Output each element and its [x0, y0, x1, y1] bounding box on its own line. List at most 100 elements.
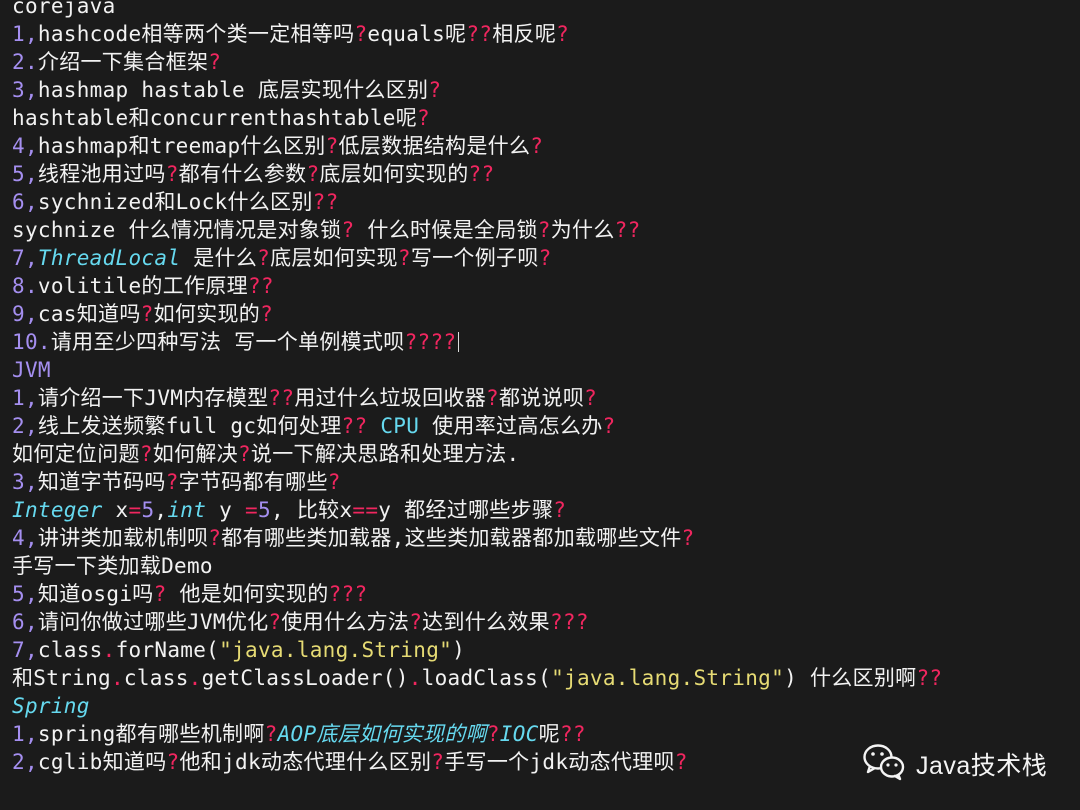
code-token: ?	[208, 526, 222, 550]
code-token: int	[167, 498, 207, 522]
code-token: ?	[260, 302, 274, 326]
code-token: equals呢	[367, 22, 467, 46]
code-token: 请介绍一下JVM内存模型	[37, 386, 269, 410]
code-token: 都说说呗	[498, 386, 585, 410]
code-token: hashtable和concurrenthashtable呢	[12, 106, 418, 130]
code-line: 2,线上发送频繁full gc如何处理?? CPU 使用率过高怎么办?	[12, 412, 1072, 440]
code-token: ?	[257, 246, 271, 270]
code-token: 5,	[12, 582, 38, 606]
code-token: =	[245, 498, 258, 522]
code-token: ,	[154, 498, 168, 522]
code-token: ?	[674, 750, 688, 774]
code-token: 讲讲类加载机制呗	[37, 526, 209, 550]
code-token: ?	[428, 78, 442, 102]
code-token: ?	[306, 162, 320, 186]
code-line: 5,知道osgi吗? 他是如何实现的???	[12, 580, 1072, 608]
code-token: getClassLoader()	[201, 666, 409, 690]
code-line: 5,线程池用过吗?都有什么参数?底层如何实现的??	[12, 160, 1072, 188]
code-token: 低层数据结构是什么	[338, 134, 531, 158]
code-token: 2,	[12, 414, 38, 438]
code-token: Integer	[12, 498, 103, 522]
code-token: IOC	[499, 722, 539, 746]
code-token: ??	[341, 414, 368, 438]
code-token: 他是如何实现的	[166, 582, 329, 606]
code-token: ?	[354, 22, 368, 46]
code-token: 用过什么垃圾回收器	[294, 386, 487, 410]
code-token: 写一个例子呗	[410, 246, 539, 270]
code-token: ??	[466, 22, 493, 46]
code-token: 手写一下类加载Demo	[12, 554, 213, 578]
code-token: 字节码都有哪些	[178, 470, 328, 494]
code-token: y	[206, 498, 246, 522]
code-token: 使用什么方法	[281, 610, 410, 634]
code-line: 如何定位问题?如何解决?说一下解决思路和处理方法.	[12, 440, 1072, 468]
code-token: 线程池用过吗	[37, 162, 166, 186]
code-token: ?	[397, 246, 411, 270]
code-token: 知道字节码吗	[37, 470, 166, 494]
code-token: ??	[247, 274, 274, 298]
code-token: 4,	[12, 526, 38, 550]
code-token: 5	[141, 498, 155, 522]
code-token: ?	[139, 442, 153, 466]
code-line: 10.请用至少四种写法 写一个单例模式呗????	[12, 328, 1072, 356]
code-token: 请用至少四种写法 写一个单例模式呗	[50, 330, 405, 354]
code-token: "java.lang.String"	[551, 666, 785, 690]
code-editor: corejava 1,hashcode相等两个类一定相等吗?equals呢??相反…	[12, 0, 1072, 776]
code-token: 相反呢	[492, 22, 557, 46]
code-token: ?	[165, 162, 179, 186]
code-token: 如何定位问题	[12, 442, 140, 466]
code-token: ThreadLocal	[37, 246, 181, 270]
code-token: 使用率过高怎么办	[419, 414, 603, 438]
code-line: Integer x=5,int y =5, 比较x==y 都经过哪些步骤?	[12, 496, 1072, 524]
code-token: ??	[614, 218, 641, 242]
code-token: ?	[486, 722, 500, 746]
code-token: 呢	[538, 722, 560, 746]
code-token: hashmap和treemap什么区别	[37, 134, 326, 158]
code-line: 4,讲讲类加载机制呗?都有哪些类加载器,这些类加载器都加载哪些文件?	[12, 524, 1072, 552]
code-token: volitile的工作原理	[37, 274, 248, 298]
code-token: 1,	[12, 22, 38, 46]
code-token: 1,	[12, 722, 38, 746]
code-token: 都有什么参数	[178, 162, 307, 186]
code-token: 7,	[12, 246, 38, 270]
code-token: ?	[166, 750, 180, 774]
code-token: ?	[584, 386, 598, 410]
code-token: 7,	[12, 638, 38, 662]
code-token: AOP底层如何实现的啊	[277, 722, 487, 746]
code-token: sychnized和Lock什么区别	[37, 190, 313, 214]
code-token: ==	[352, 498, 379, 522]
code-line: JVM	[12, 356, 1072, 384]
code-token: ????	[404, 330, 457, 354]
watermark: Java技术栈	[862, 744, 1047, 784]
code-token: ?	[237, 442, 251, 466]
code-token: ?	[325, 134, 339, 158]
code-token: 是什么	[180, 246, 258, 270]
code-token: ??	[312, 190, 339, 214]
code-token: 5	[258, 498, 271, 522]
text-cursor	[458, 332, 460, 352]
code-token: 线上发送频繁full gc如何处理	[37, 414, 342, 438]
code-line: 手写一下类加载Demo	[12, 552, 1072, 580]
wechat-icon	[862, 742, 906, 786]
code-token: 手写一个jdk动态代理呗	[444, 750, 675, 774]
code-token: corejava	[12, 0, 116, 18]
code-token: 3,	[12, 78, 38, 102]
code-token: ???	[328, 582, 368, 606]
code-token: )	[452, 638, 466, 662]
code-token: ?	[165, 470, 179, 494]
code-token: ?	[208, 50, 222, 74]
code-token: 都有哪些类加载器,这些类加载器都加载哪些文件	[221, 526, 682, 550]
code-line: 2.介绍一下集合框架?	[12, 48, 1072, 76]
code-token: 达到什么效果	[422, 610, 550, 634]
code-line: Spring	[12, 692, 1072, 720]
code-line: 7,class.forName("java.lang.String")	[12, 636, 1072, 664]
code-token: ?	[602, 414, 616, 438]
code-token: .	[408, 666, 422, 690]
code-token: forName(	[115, 638, 220, 662]
code-token: ?	[268, 610, 282, 634]
code-token: class	[123, 666, 189, 690]
code-token: ??	[268, 386, 295, 410]
code-token: ??	[916, 666, 943, 690]
code-line: 1,hashcode相等两个类一定相等吗?equals呢??相反呢?	[12, 20, 1072, 48]
code-token: y 都经过哪些步骤	[378, 498, 554, 522]
